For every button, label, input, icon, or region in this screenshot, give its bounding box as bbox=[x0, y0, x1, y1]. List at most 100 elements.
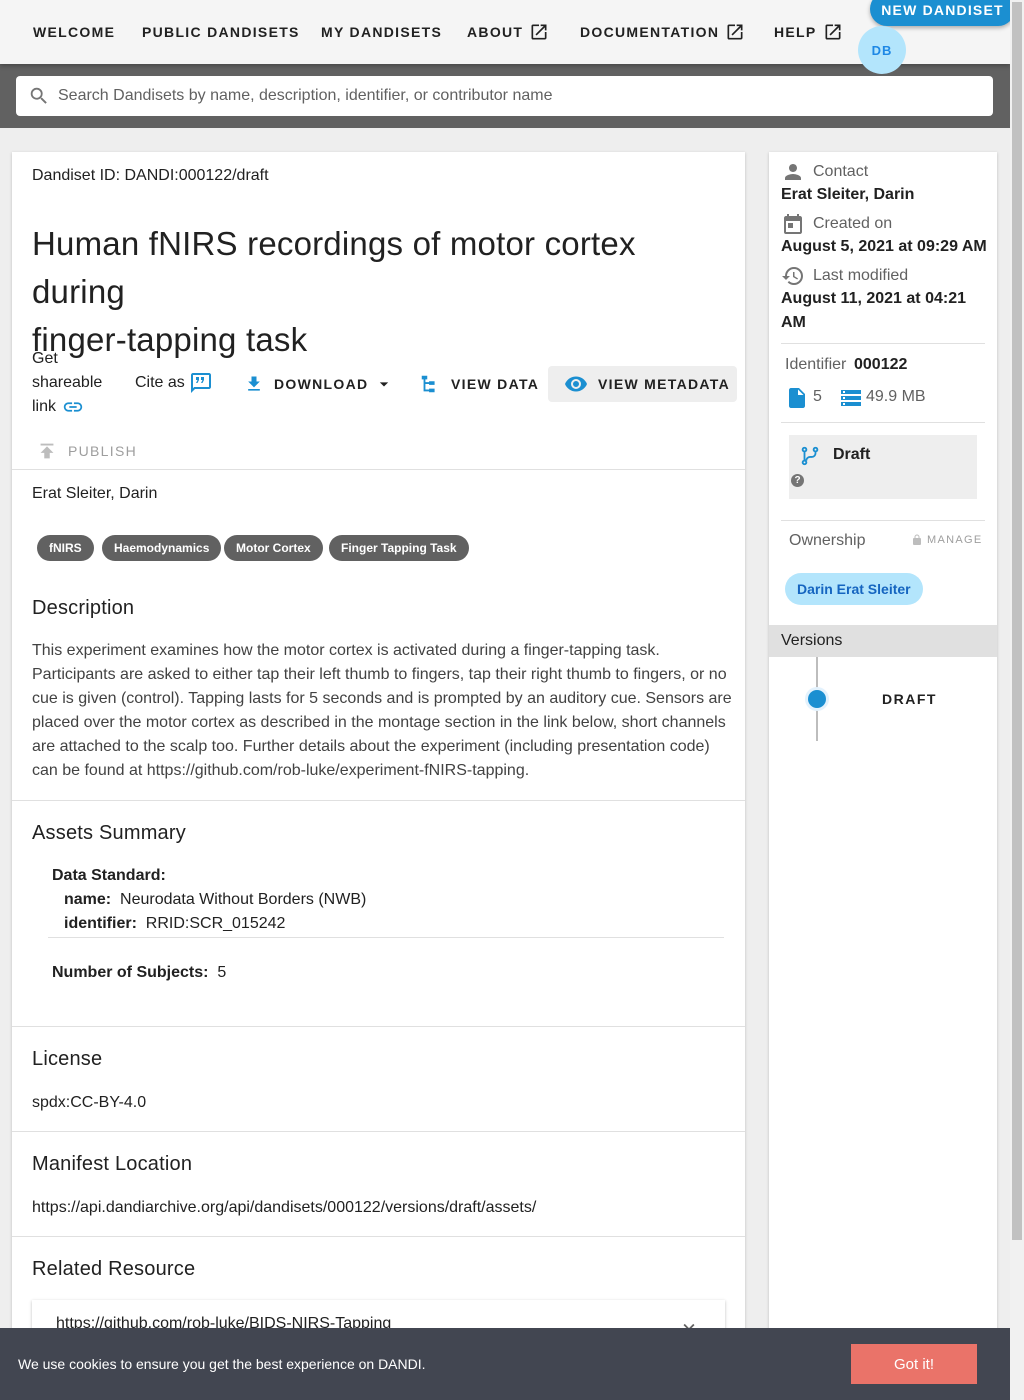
caret-down-icon bbox=[380, 382, 389, 387]
external-link-icon bbox=[727, 24, 743, 40]
new-dandiset-label: NEW DANDISET bbox=[881, 2, 1004, 18]
nav-my-dandisets-label: MY DANDISETS bbox=[321, 24, 443, 40]
search-input[interactable] bbox=[58, 87, 958, 105]
name-key: name: bbox=[64, 891, 112, 908]
description-heading: Description bbox=[32, 597, 135, 619]
number-of-subjects-row: Number of Subjects: 5 bbox=[52, 964, 226, 982]
nav-about[interactable]: ABOUT bbox=[467, 0, 549, 64]
dandiset-main-card: Dandiset ID: DANDI:000122/draft Human fN… bbox=[12, 152, 745, 1400]
top-app-bar: WELCOME PUBLIC DANDISETS MY DANDISETS AB… bbox=[0, 0, 1015, 74]
keyword-chip: Haemodynamics bbox=[102, 535, 222, 561]
data-standard-label: Data Standard: bbox=[52, 867, 166, 884]
data-standard-identifier-row: identifier: RRID:SCR_015242 bbox=[64, 915, 285, 933]
nav-my-dandisets[interactable]: MY DANDISETS bbox=[321, 0, 442, 64]
calendar-icon bbox=[784, 214, 802, 234]
divider bbox=[781, 343, 985, 344]
modified-line-1: August 11, 2021 at 04:21 bbox=[781, 290, 966, 307]
nav-documentation[interactable]: DOCUMENTATION bbox=[580, 0, 745, 64]
nav-welcome[interactable]: WELCOME bbox=[33, 0, 115, 64]
scrollbar-thumb[interactable] bbox=[1012, 2, 1022, 1240]
license-heading: License bbox=[32, 1048, 103, 1070]
nav-welcome-label: WELCOME bbox=[33, 24, 116, 40]
title-line-2: finger-tapping task bbox=[32, 321, 308, 358]
timeline-dot-inner bbox=[808, 690, 826, 708]
share-line-2: shareable bbox=[32, 374, 103, 391]
nav-help[interactable]: HELP bbox=[774, 0, 843, 64]
cookie-accept-button[interactable]: Got it! bbox=[851, 1344, 977, 1384]
view-data-button[interactable]: VIEW DATA bbox=[419, 366, 539, 402]
cookie-banner: We use cookies to ensure you get the bes… bbox=[0, 1328, 1010, 1400]
divider bbox=[12, 1131, 745, 1132]
divider bbox=[12, 469, 745, 470]
search-box[interactable] bbox=[16, 76, 993, 116]
versions-label: Versions bbox=[781, 632, 843, 649]
data-standard-name-row: name: Neurodata Without Borders (NWB) bbox=[64, 891, 366, 909]
owner-name: Darin Erat Sleiter bbox=[797, 581, 911, 597]
avatar-initials: DB bbox=[871, 42, 893, 58]
dandiset-meta-sidebar: Contact Erat Sleiter, Darin Created on A… bbox=[769, 152, 997, 1400]
download-icon bbox=[248, 376, 260, 391]
manage-label: MANAGE bbox=[927, 534, 983, 546]
version-draft-button[interactable]: DRAFT bbox=[882, 691, 937, 707]
assets-summary-heading: Assets Summary bbox=[32, 822, 186, 844]
dandiset-title: Human fNIRS recordings of motor cortex d… bbox=[32, 220, 732, 364]
subjects-key: Number of Subjects: bbox=[52, 964, 209, 981]
version-status-panel: Draft ? bbox=[789, 435, 977, 499]
dandiset-id: Dandiset ID: DANDI:000122/draft bbox=[32, 167, 269, 184]
modified-label: Last modified bbox=[813, 267, 909, 284]
modified-line-2: AM bbox=[781, 314, 806, 331]
related-resource-heading: Related Resource bbox=[32, 1258, 196, 1280]
manage-owners-button[interactable]: MANAGE bbox=[911, 534, 982, 546]
identifier-value: RRID:SCR_015242 bbox=[145, 915, 286, 932]
cite-as-label: Cite as bbox=[135, 374, 185, 391]
source-branch-icon bbox=[801, 446, 819, 466]
divider bbox=[12, 800, 745, 801]
manifest-url[interactable]: https://api.dandiarchive.org/api/dandise… bbox=[32, 1199, 536, 1217]
search-band bbox=[0, 64, 1010, 128]
help-circle-icon[interactable]: ? bbox=[791, 474, 804, 487]
new-dandiset-button[interactable]: NEW DANDISET bbox=[870, 0, 1015, 26]
contact-label: Contact bbox=[813, 163, 869, 180]
divider bbox=[48, 937, 724, 938]
modified-value: August 11, 2021 at 04:21 AM bbox=[781, 287, 966, 335]
person-icon bbox=[785, 164, 801, 180]
share-link-button[interactable]: Get shareable link bbox=[32, 347, 102, 419]
file-icon bbox=[789, 388, 805, 408]
nav-about-label: ABOUT bbox=[467, 24, 524, 40]
view-metadata-label: VIEW METADATA bbox=[598, 376, 730, 392]
download-button[interactable]: DOWNLOAD bbox=[244, 366, 394, 402]
help-glyph: ? bbox=[794, 475, 801, 486]
identifier-value: 000122 bbox=[854, 356, 908, 373]
total-size: 49.9 MB bbox=[866, 388, 926, 405]
manifest-heading: Manifest Location bbox=[32, 1153, 193, 1175]
nav-help-label: HELP bbox=[774, 24, 817, 40]
created-label: Created on bbox=[813, 215, 893, 232]
file-tree-icon bbox=[421, 375, 435, 393]
view-metadata-button[interactable]: VIEW METADATA bbox=[548, 366, 737, 402]
storage-icon bbox=[841, 390, 861, 406]
nav-public-dandisets-label: PUBLIC DANDISETS bbox=[142, 24, 300, 40]
user-avatar[interactable]: DB bbox=[858, 26, 906, 74]
owner-chip[interactable]: Darin Erat Sleiter bbox=[785, 573, 923, 605]
history-icon bbox=[782, 267, 803, 285]
cite-as-button[interactable]: Cite as bbox=[135, 371, 213, 395]
share-line-1: Get bbox=[32, 350, 58, 367]
cookie-text: We use cookies to ensure you get the bes… bbox=[18, 1356, 426, 1372]
divider bbox=[781, 422, 985, 423]
download-label: DOWNLOAD bbox=[274, 376, 369, 392]
divider bbox=[12, 1236, 745, 1237]
search-icon bbox=[30, 87, 47, 104]
nav-public-dandisets[interactable]: PUBLIC DANDISETS bbox=[142, 0, 300, 64]
created-value: August 5, 2021 at 09:29 AM bbox=[781, 238, 987, 255]
title-line-1: Human fNIRS recordings of motor cortex d… bbox=[32, 225, 636, 310]
license-value: spdx:CC-BY-4.0 bbox=[32, 1094, 147, 1111]
keyword-chip: fNIRS bbox=[37, 535, 94, 561]
name-value: Neurodata Without Borders (NWB) bbox=[120, 891, 367, 908]
format-quote-icon bbox=[190, 373, 211, 393]
contact-value: Erat Sleiter, Darin bbox=[781, 186, 915, 203]
nav-documentation-label: DOCUMENTATION bbox=[580, 24, 720, 40]
publish-button[interactable]: PUBLISH bbox=[36, 433, 137, 469]
publish-label: PUBLISH bbox=[68, 443, 138, 459]
keyword-chip: Motor Cortex bbox=[224, 535, 323, 561]
cookie-accept-label: Got it! bbox=[893, 1355, 934, 1373]
